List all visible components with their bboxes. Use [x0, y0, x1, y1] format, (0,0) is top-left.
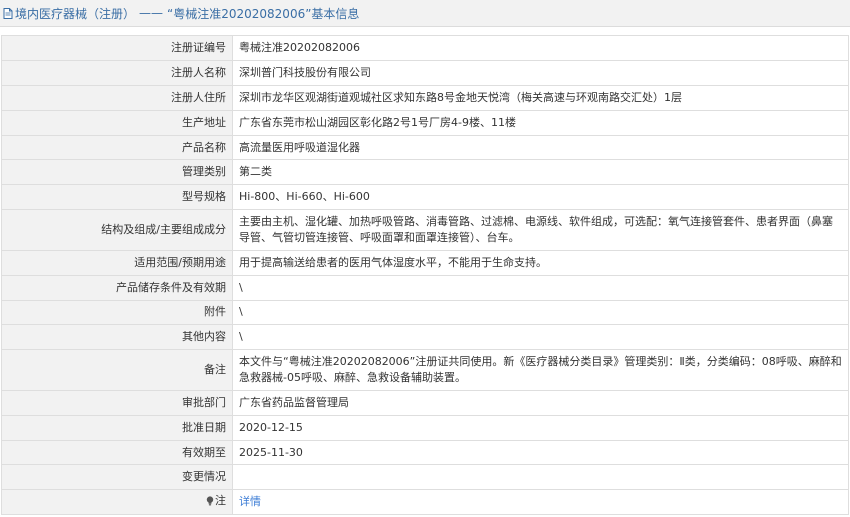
- row-value-registrant-address: 深圳市龙华区观湖街道观城社区求知东路8号金地天悦湾（梅关高速与环观南路交汇处）1…: [232, 84, 849, 111]
- table-row: 批准日期 2020-12-15: [1, 414, 849, 441]
- table-row: 生产地址 广东省东莞市松山湖园区彰化路2号1号厂房4-9楼、11楼: [1, 109, 849, 136]
- table-row: 注册人名称 深圳普门科技股份有限公司: [1, 59, 849, 86]
- row-label-registrant-address: 注册人住所: [1, 84, 233, 111]
- row-label-attachments: 附件: [1, 299, 233, 326]
- table-row: 附件 \: [1, 299, 849, 326]
- row-value-other-content: \: [232, 324, 849, 351]
- row-value-model-spec: Hi-800、Hi-660、Hi-600: [232, 184, 849, 211]
- row-value-attachments: \: [232, 299, 849, 326]
- table-row: 注 详情: [1, 489, 849, 516]
- row-label-model-spec: 型号规格: [1, 184, 233, 211]
- row-label-other-content: 其他内容: [1, 324, 233, 351]
- header-separator: ——: [139, 6, 164, 20]
- row-label-management-class: 管理类别: [1, 159, 233, 186]
- row-value-product-name: 高流量医用呼吸道湿化器: [232, 134, 849, 161]
- table-row: 变更情况: [1, 464, 849, 491]
- table-row: 产品储存条件及有效期 \: [1, 274, 849, 301]
- row-value-registrant-name: 深圳普门科技股份有限公司: [232, 59, 849, 86]
- note-label: 注: [215, 494, 226, 508]
- page-header: 境内医疗器械（注册） —— “粤械注准20202082006”基本信息: [0, 0, 850, 27]
- table-row: 其他内容 \: [1, 324, 849, 351]
- row-label-remarks: 备注: [1, 349, 233, 391]
- row-value-note: 详情: [232, 489, 849, 516]
- row-label-production-address: 生产地址: [1, 109, 233, 136]
- table-row: 管理类别 第二类: [1, 159, 849, 186]
- header-category: 境内医疗器械（注册）: [15, 6, 136, 21]
- note-label-wrap: 注: [206, 493, 226, 509]
- bulb-icon: [206, 496, 214, 506]
- row-label-change-status: 变更情况: [1, 464, 233, 491]
- row-value-management-class: 第二类: [232, 159, 849, 186]
- row-value-approval-date: 2020-12-15: [232, 414, 849, 441]
- row-label-registrant-name: 注册人名称: [1, 59, 233, 86]
- details-link[interactable]: 详情: [239, 495, 261, 508]
- table-row: 有效期至 2025-11-30: [1, 439, 849, 466]
- table-row: 适用范围/预期用途 用于提高输送给患者的医用气体湿度水平，不能用于生命支持。: [1, 249, 849, 276]
- row-label-valid-until: 有效期至: [1, 439, 233, 466]
- row-label-note: 注: [1, 489, 233, 516]
- table-row: 型号规格 Hi-800、Hi-660、Hi-600: [1, 184, 849, 211]
- row-label-registration-number: 注册证编号: [1, 35, 233, 61]
- row-label-intended-use: 适用范围/预期用途: [1, 249, 233, 276]
- row-value-change-status: [232, 464, 849, 491]
- table-row: 备注 本文件与“粤械注准20202082006”注册证共同使用。新《医疗器械分类…: [1, 349, 849, 391]
- table-row: 注册人住所 深圳市龙华区观湖街道观城社区求知东路8号金地天悦湾（梅关高速与环观南…: [1, 84, 849, 111]
- header-title: “粤械注准20202082006”基本信息: [167, 6, 360, 21]
- row-label-storage-conditions: 产品储存条件及有效期: [1, 274, 233, 301]
- table-row: 注册证编号 粤械注准20202082006: [1, 35, 849, 61]
- table-row: 产品名称 高流量医用呼吸道湿化器: [1, 134, 849, 161]
- row-label-approval-department: 审批部门: [1, 389, 233, 416]
- row-label-product-name: 产品名称: [1, 134, 233, 161]
- row-value-valid-until: 2025-11-30: [232, 439, 849, 466]
- row-value-storage-conditions: \: [232, 274, 849, 301]
- row-value-intended-use: 用于提高输送给患者的医用气体湿度水平，不能用于生命支持。: [232, 249, 849, 276]
- row-value-registration-number: 粤械注准20202082006: [232, 35, 849, 61]
- row-label-composition: 结构及组成/主要组成成分: [1, 209, 233, 251]
- registration-info-table: 注册证编号 粤械注准20202082006 注册人名称 深圳普门科技股份有限公司…: [1, 35, 849, 516]
- row-value-approval-department: 广东省药品监督管理局: [232, 389, 849, 416]
- row-value-composition: 主要由主机、湿化罐、加热呼吸管路、消毒管路、过滤棉、电源线、软件组成，可选配：氧…: [232, 209, 849, 251]
- row-label-approval-date: 批准日期: [1, 414, 233, 441]
- document-icon: [3, 7, 13, 19]
- table-row: 审批部门 广东省药品监督管理局: [1, 389, 849, 416]
- table-row: 结构及组成/主要组成成分 主要由主机、湿化罐、加热呼吸管路、消毒管路、过滤棉、电…: [1, 209, 849, 251]
- row-value-remarks: 本文件与“粤械注准20202082006”注册证共同使用。新《医疗器械分类目录》…: [232, 349, 849, 391]
- row-value-production-address: 广东省东莞市松山湖园区彰化路2号1号厂房4-9楼、11楼: [232, 109, 849, 136]
